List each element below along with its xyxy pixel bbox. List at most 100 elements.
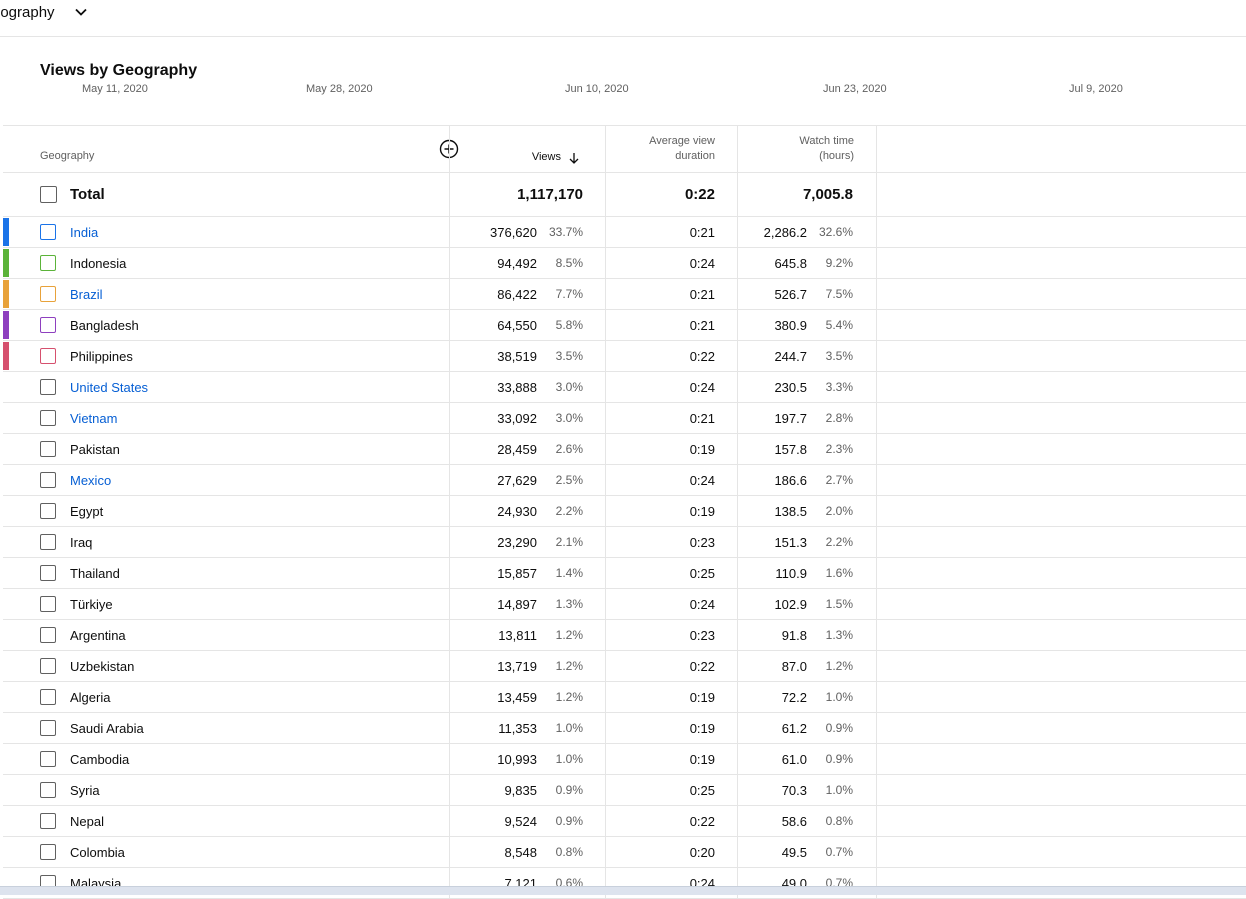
watch-time-percent: 1.6% xyxy=(825,566,853,580)
views-value: 9,835 xyxy=(504,782,537,798)
row-checkbox[interactable] xyxy=(40,534,56,550)
avg-view-duration-value: 0:21 xyxy=(689,317,715,333)
row-checkbox[interactable] xyxy=(40,658,56,674)
chevron-down-icon xyxy=(74,8,87,16)
watch-time-percent: 1.5% xyxy=(825,597,853,611)
avd-header-line1: Average view xyxy=(649,135,715,147)
total-label: Total xyxy=(70,186,105,203)
row-checkbox[interactable] xyxy=(40,255,56,271)
dimension-dropdown[interactable]: eography xyxy=(0,0,89,24)
watch-time-percent: 2.8% xyxy=(825,411,853,425)
column-header-watch-time[interactable]: Watch time (hours) xyxy=(738,126,876,172)
table-row[interactable]: Brazil 86,422 7.7% 0:21 526.7 7.5% xyxy=(3,279,1246,310)
row-checkbox[interactable] xyxy=(40,224,56,240)
column-header-avg-view-duration[interactable]: Average view duration xyxy=(606,126,737,172)
table-row[interactable]: Philippines 38,519 3.5% 0:22 244.7 3.5% xyxy=(3,341,1246,372)
avg-view-duration-value: 0:25 xyxy=(689,565,715,581)
table-row[interactable]: Uzbekistan 13,719 1.2% 0:22 87.0 1.2% xyxy=(3,651,1246,682)
table-row[interactable]: Saudi Arabia 11,353 1.0% 0:19 61.2 0.9% xyxy=(3,713,1246,744)
country-name[interactable]: United States xyxy=(70,372,148,402)
country-name[interactable]: Brazil xyxy=(70,279,103,309)
row-checkbox[interactable] xyxy=(40,348,56,364)
column-header-views[interactable]: Views xyxy=(450,126,605,172)
avg-view-duration-value: 0:19 xyxy=(689,441,715,457)
country-name: Colombia xyxy=(70,844,125,860)
wt-header-line1: Watch time xyxy=(799,135,854,147)
table-row[interactable]: Argentina 13,811 1.2% 0:23 91.8 1.3% xyxy=(3,620,1246,651)
row-checkbox[interactable] xyxy=(40,720,56,736)
views-value: 9,524 xyxy=(504,813,537,829)
avg-view-duration-value: 0:20 xyxy=(689,844,715,860)
country-name[interactable]: Vietnam xyxy=(70,403,117,433)
table-row[interactable]: Colombia 8,548 0.8% 0:20 49.5 0.7% xyxy=(3,837,1246,868)
series-color-stripe xyxy=(3,249,9,277)
country-name: Iraq xyxy=(70,534,93,550)
watch-time-percent: 0.9% xyxy=(825,752,853,766)
watch-time-value: 244.7 xyxy=(774,348,807,364)
table-row[interactable]: Mexico 27,629 2.5% 0:24 186.6 2.7% xyxy=(3,465,1246,496)
table-row[interactable]: Cambodia 10,993 1.0% 0:19 61.0 0.9% xyxy=(3,744,1246,775)
row-checkbox[interactable] xyxy=(40,379,56,395)
country-name[interactable]: India xyxy=(70,217,98,247)
watch-time-value: 70.3 xyxy=(781,782,807,798)
views-percent: 1.3% xyxy=(555,597,583,611)
table-row[interactable]: Türkiye 14,897 1.3% 0:24 102.9 1.5% xyxy=(3,589,1246,620)
table-row[interactable]: India 376,620 33.7% 0:21 2,286.2 32.6% xyxy=(3,217,1246,248)
country-name[interactable]: Mexico xyxy=(70,465,111,495)
series-color-stripe xyxy=(3,280,9,308)
row-checkbox[interactable] xyxy=(40,596,56,612)
row-checkbox[interactable] xyxy=(40,782,56,798)
watch-time-value: 91.8 xyxy=(781,627,807,643)
row-checkbox[interactable] xyxy=(40,751,56,767)
table-header-row: Geography Views Average view duration Wa xyxy=(3,126,1246,173)
country-name: Pakistan xyxy=(70,441,120,457)
row-checkbox[interactable] xyxy=(40,565,56,581)
table-row[interactable]: Bangladesh 64,550 5.8% 0:21 380.9 5.4% xyxy=(3,310,1246,341)
views-percent: 2.2% xyxy=(555,504,583,518)
table-row[interactable]: United States 33,888 3.0% 0:24 230.5 3.3% xyxy=(3,372,1246,403)
country-name: Indonesia xyxy=(70,255,127,271)
row-checkbox[interactable] xyxy=(40,813,56,829)
views-value: 8,548 xyxy=(504,844,537,860)
views-value: 38,519 xyxy=(497,348,537,364)
row-checkbox[interactable] xyxy=(40,317,56,333)
watch-time-value: 230.5 xyxy=(774,379,807,395)
table-row[interactable]: Thailand 15,857 1.4% 0:25 110.9 1.6% xyxy=(3,558,1246,589)
row-checkbox[interactable] xyxy=(40,410,56,426)
table-row[interactable]: Syria 9,835 0.9% 0:25 70.3 1.0% xyxy=(3,775,1246,806)
axis-tick-label: Jun 23, 2020 xyxy=(823,83,887,95)
table-row[interactable]: Indonesia 94,492 8.5% 0:24 645.8 9.2% xyxy=(3,248,1246,279)
table-row[interactable]: Egypt 24,930 2.2% 0:19 138.5 2.0% xyxy=(3,496,1246,527)
table-row[interactable]: Vietnam 33,092 3.0% 0:21 197.7 2.8% xyxy=(3,403,1246,434)
views-value: 64,550 xyxy=(497,317,537,333)
total-checkbox[interactable] xyxy=(40,185,57,203)
row-checkbox[interactable] xyxy=(40,441,56,457)
dimension-label: eography xyxy=(0,3,55,21)
watch-time-value: 645.8 xyxy=(774,255,807,271)
total-watch-time: 7,005.8 xyxy=(802,186,853,203)
row-checkbox[interactable] xyxy=(40,472,56,488)
table-row[interactable]: Algeria 13,459 1.2% 0:19 72.2 1.0% xyxy=(3,682,1246,713)
sort-down-icon xyxy=(569,152,579,164)
views-value: 376,620 xyxy=(490,224,537,240)
row-checkbox[interactable] xyxy=(40,503,56,519)
views-percent: 2.6% xyxy=(555,442,583,456)
watch-time-value: 197.7 xyxy=(774,410,807,426)
table-row[interactable]: Iraq 23,290 2.1% 0:23 151.3 2.2% xyxy=(3,527,1246,558)
views-percent: 1.2% xyxy=(555,659,583,673)
row-checkbox[interactable] xyxy=(40,689,56,705)
table-row[interactable]: Pakistan 28,459 2.6% 0:19 157.8 2.3% xyxy=(3,434,1246,465)
table-row[interactable]: Nepal 9,524 0.9% 0:22 58.6 0.8% xyxy=(3,806,1246,837)
watch-time-value: 61.0 xyxy=(781,751,807,767)
country-name: Türkiye xyxy=(70,596,113,612)
views-value: 15,857 xyxy=(497,565,537,581)
views-value: 27,629 xyxy=(497,472,537,488)
watch-time-value: 138.5 xyxy=(774,503,807,519)
row-checkbox[interactable] xyxy=(40,627,56,643)
country-name: Philippines xyxy=(70,348,133,364)
row-checkbox[interactable] xyxy=(40,286,56,302)
row-checkbox[interactable] xyxy=(40,844,56,860)
avg-view-duration-value: 0:25 xyxy=(689,782,715,798)
watch-time-value: 526.7 xyxy=(774,286,807,302)
views-value: 13,811 xyxy=(498,627,537,643)
